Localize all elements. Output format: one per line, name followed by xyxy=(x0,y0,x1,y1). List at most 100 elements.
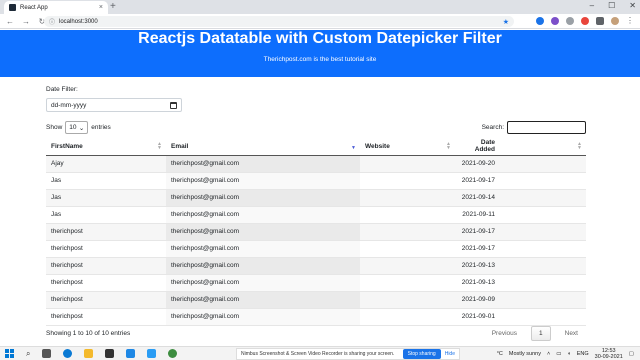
chrome-icon[interactable] xyxy=(168,349,178,358)
profile-avatar[interactable] xyxy=(611,16,619,25)
cell-firstname: therichpost xyxy=(46,223,166,241)
weather-text[interactable]: Mostly sunny xyxy=(509,351,541,357)
date-filter-input[interactable]: dd-mm-yyyy xyxy=(46,98,182,112)
notification-icon[interactable]: ▢ xyxy=(629,351,634,357)
cell-date: 2021-09-13 xyxy=(455,257,586,275)
cell-website xyxy=(360,291,455,309)
close-window-button[interactable]: ✕ xyxy=(629,1,636,10)
search-icon[interactable]: ⌕ xyxy=(26,349,30,359)
file-explorer-icon[interactable] xyxy=(84,349,94,358)
table-row[interactable]: therichpost therichpost@gmail.com 2021-09-… xyxy=(46,274,586,292)
search-input[interactable] xyxy=(507,121,586,134)
table-row[interactable]: Ajay therichpost@gmail.com 2021-09-20 xyxy=(46,155,586,173)
cell-website xyxy=(360,206,455,224)
language-indicator[interactable]: ENG xyxy=(577,351,589,357)
search-control: Search: xyxy=(482,121,586,134)
cell-date: 2021-09-14 xyxy=(455,189,586,207)
chevron-down-icon: ⌄ xyxy=(78,124,85,132)
chevron-up-icon[interactable]: ˄ xyxy=(547,351,550,357)
stop-sharing-button[interactable]: Stop sharing xyxy=(402,349,441,359)
window-controls: – ☐ ✕ xyxy=(590,1,636,10)
hide-button[interactable]: Hide xyxy=(445,351,455,357)
table-row[interactable]: therichpost therichpost@gmail.com 2021-09-… xyxy=(46,223,586,241)
cell-date: 2021-09-17 xyxy=(455,223,586,241)
table-row[interactable]: therichpost therichpost@gmail.com 2021-09-… xyxy=(46,291,586,309)
maximize-button[interactable]: ☐ xyxy=(608,1,615,10)
task-view-icon[interactable] xyxy=(42,349,52,358)
windows-start-icon[interactable] xyxy=(5,349,14,358)
menu-dots-icon[interactable]: ⋮ xyxy=(626,16,634,25)
extension-icon[interactable] xyxy=(566,16,574,25)
cell-date: 2021-09-17 xyxy=(455,240,586,258)
column-header-email[interactable]: Email ▼ xyxy=(166,138,360,156)
cell-email: therichpost@gmail.com xyxy=(166,291,360,309)
back-icon[interactable]: ← xyxy=(6,17,14,26)
system-tray: °C Mostly sunny ˄ ▭ ◖ ENG 12:53 30-09-20… xyxy=(497,348,634,360)
length-control: Show 10 ⌄ entries xyxy=(46,121,111,134)
address-bar[interactable]: ⓘ localhost:3000 ★ xyxy=(44,16,514,27)
edge-icon[interactable] xyxy=(63,349,73,358)
browser-tab[interactable]: React App × xyxy=(4,1,108,14)
cell-website xyxy=(360,189,455,207)
cell-date: 2021-09-20 xyxy=(455,155,586,173)
network-icon[interactable]: ▭ xyxy=(556,351,561,357)
entries-select[interactable]: 10 ⌄ xyxy=(65,121,89,134)
cell-email: therichpost@gmail.com xyxy=(166,274,360,292)
column-header-date-added[interactable]: Date Added ▲ ▼ xyxy=(455,138,586,156)
cell-firstname: Jas xyxy=(46,189,166,207)
column-header-firstname[interactable]: FirstName ▲ ▼ xyxy=(46,138,166,156)
bookmark-star-icon[interactable]: ★ xyxy=(503,18,509,26)
cell-firstname: Jas xyxy=(46,172,166,190)
temperature-text: °C xyxy=(496,351,503,357)
browser-toolbar: ← → ↻ ⓘ localhost:3000 ★ ⋮ xyxy=(0,14,640,29)
table-row[interactable]: therichpost therichpost@gmail.com 2021-09-… xyxy=(46,308,586,326)
previous-page-button[interactable]: Previous xyxy=(484,327,525,340)
mail-icon[interactable] xyxy=(126,349,136,358)
tab-close-icon[interactable]: × xyxy=(99,4,103,11)
store-icon[interactable] xyxy=(105,349,115,358)
clock-date: 30-09-2021 xyxy=(594,354,623,360)
page-title: Reactjs Datatable with Custom Datepicker… xyxy=(138,30,502,47)
data-table: FirstName ▲ ▼ Email ▼ Website ▲ ▼ Date Added ▲… xyxy=(46,138,586,326)
pagination: Previous 1 Next xyxy=(484,326,586,341)
vscode-icon[interactable] xyxy=(147,349,157,358)
page-viewport: Reactjs Datatable with Custom Datepicker… xyxy=(0,30,640,346)
new-tab-button[interactable]: + xyxy=(110,2,116,12)
entries-value: 10 xyxy=(69,124,77,131)
next-page-button[interactable]: Next xyxy=(557,327,586,340)
info-icon[interactable]: ⓘ xyxy=(49,17,55,26)
sort-icon: ▲ ▼ xyxy=(446,141,451,151)
minimize-button[interactable]: – xyxy=(590,1,594,10)
column-header-website[interactable]: Website ▲ ▼ xyxy=(360,138,455,156)
cell-firstname: Jas xyxy=(46,206,166,224)
cell-date: 2021-09-11 xyxy=(455,206,586,224)
cell-email: therichpost@gmail.com xyxy=(166,240,360,258)
clock[interactable]: 12:53 30-09-2021 xyxy=(595,348,623,360)
column-header-label: Website xyxy=(365,142,390,150)
current-page-button[interactable]: 1 xyxy=(531,326,551,341)
page-header: Reactjs Datatable with Custom Datepicker… xyxy=(0,30,640,77)
cell-email: therichpost@gmail.com xyxy=(166,206,360,224)
extension-icon[interactable] xyxy=(551,16,559,25)
sort-icon: ▲ ▼ xyxy=(157,141,162,151)
column-header-label: Date Added xyxy=(474,139,495,154)
forward-icon[interactable]: → xyxy=(22,17,30,26)
page-subtitle: Therichpost.com is the best tutorial sit… xyxy=(263,56,377,63)
extension-icon[interactable] xyxy=(581,16,589,25)
cell-firstname: therichpost xyxy=(46,274,166,292)
extension-icon[interactable] xyxy=(536,16,544,25)
calendar-icon[interactable] xyxy=(170,101,177,109)
cell-firstname: therichpost xyxy=(46,291,166,309)
url-text[interactable]: localhost:3000 xyxy=(59,19,503,25)
entries-label: entries xyxy=(91,124,111,131)
puzzle-icon[interactable] xyxy=(596,16,604,25)
volume-icon[interactable]: ◖ xyxy=(567,351,570,357)
table-row[interactable]: Jas therichpost@gmail.com 2021-09-11 xyxy=(46,206,586,224)
table-row[interactable]: Jas therichpost@gmail.com 2021-09-17 xyxy=(46,172,586,190)
table-row[interactable]: Jas therichpost@gmail.com 2021-09-14 xyxy=(46,189,586,207)
react-favicon-icon xyxy=(9,4,16,11)
table-row[interactable]: therichpost therichpost@gmail.com 2021-09-… xyxy=(46,257,586,275)
share-message: Nimbus Screenshot & Screen Video Recorde… xyxy=(241,351,395,357)
table-row[interactable]: therichpost therichpost@gmail.com 2021-09-… xyxy=(46,240,586,258)
cell-date: 2021-09-01 xyxy=(455,308,586,326)
